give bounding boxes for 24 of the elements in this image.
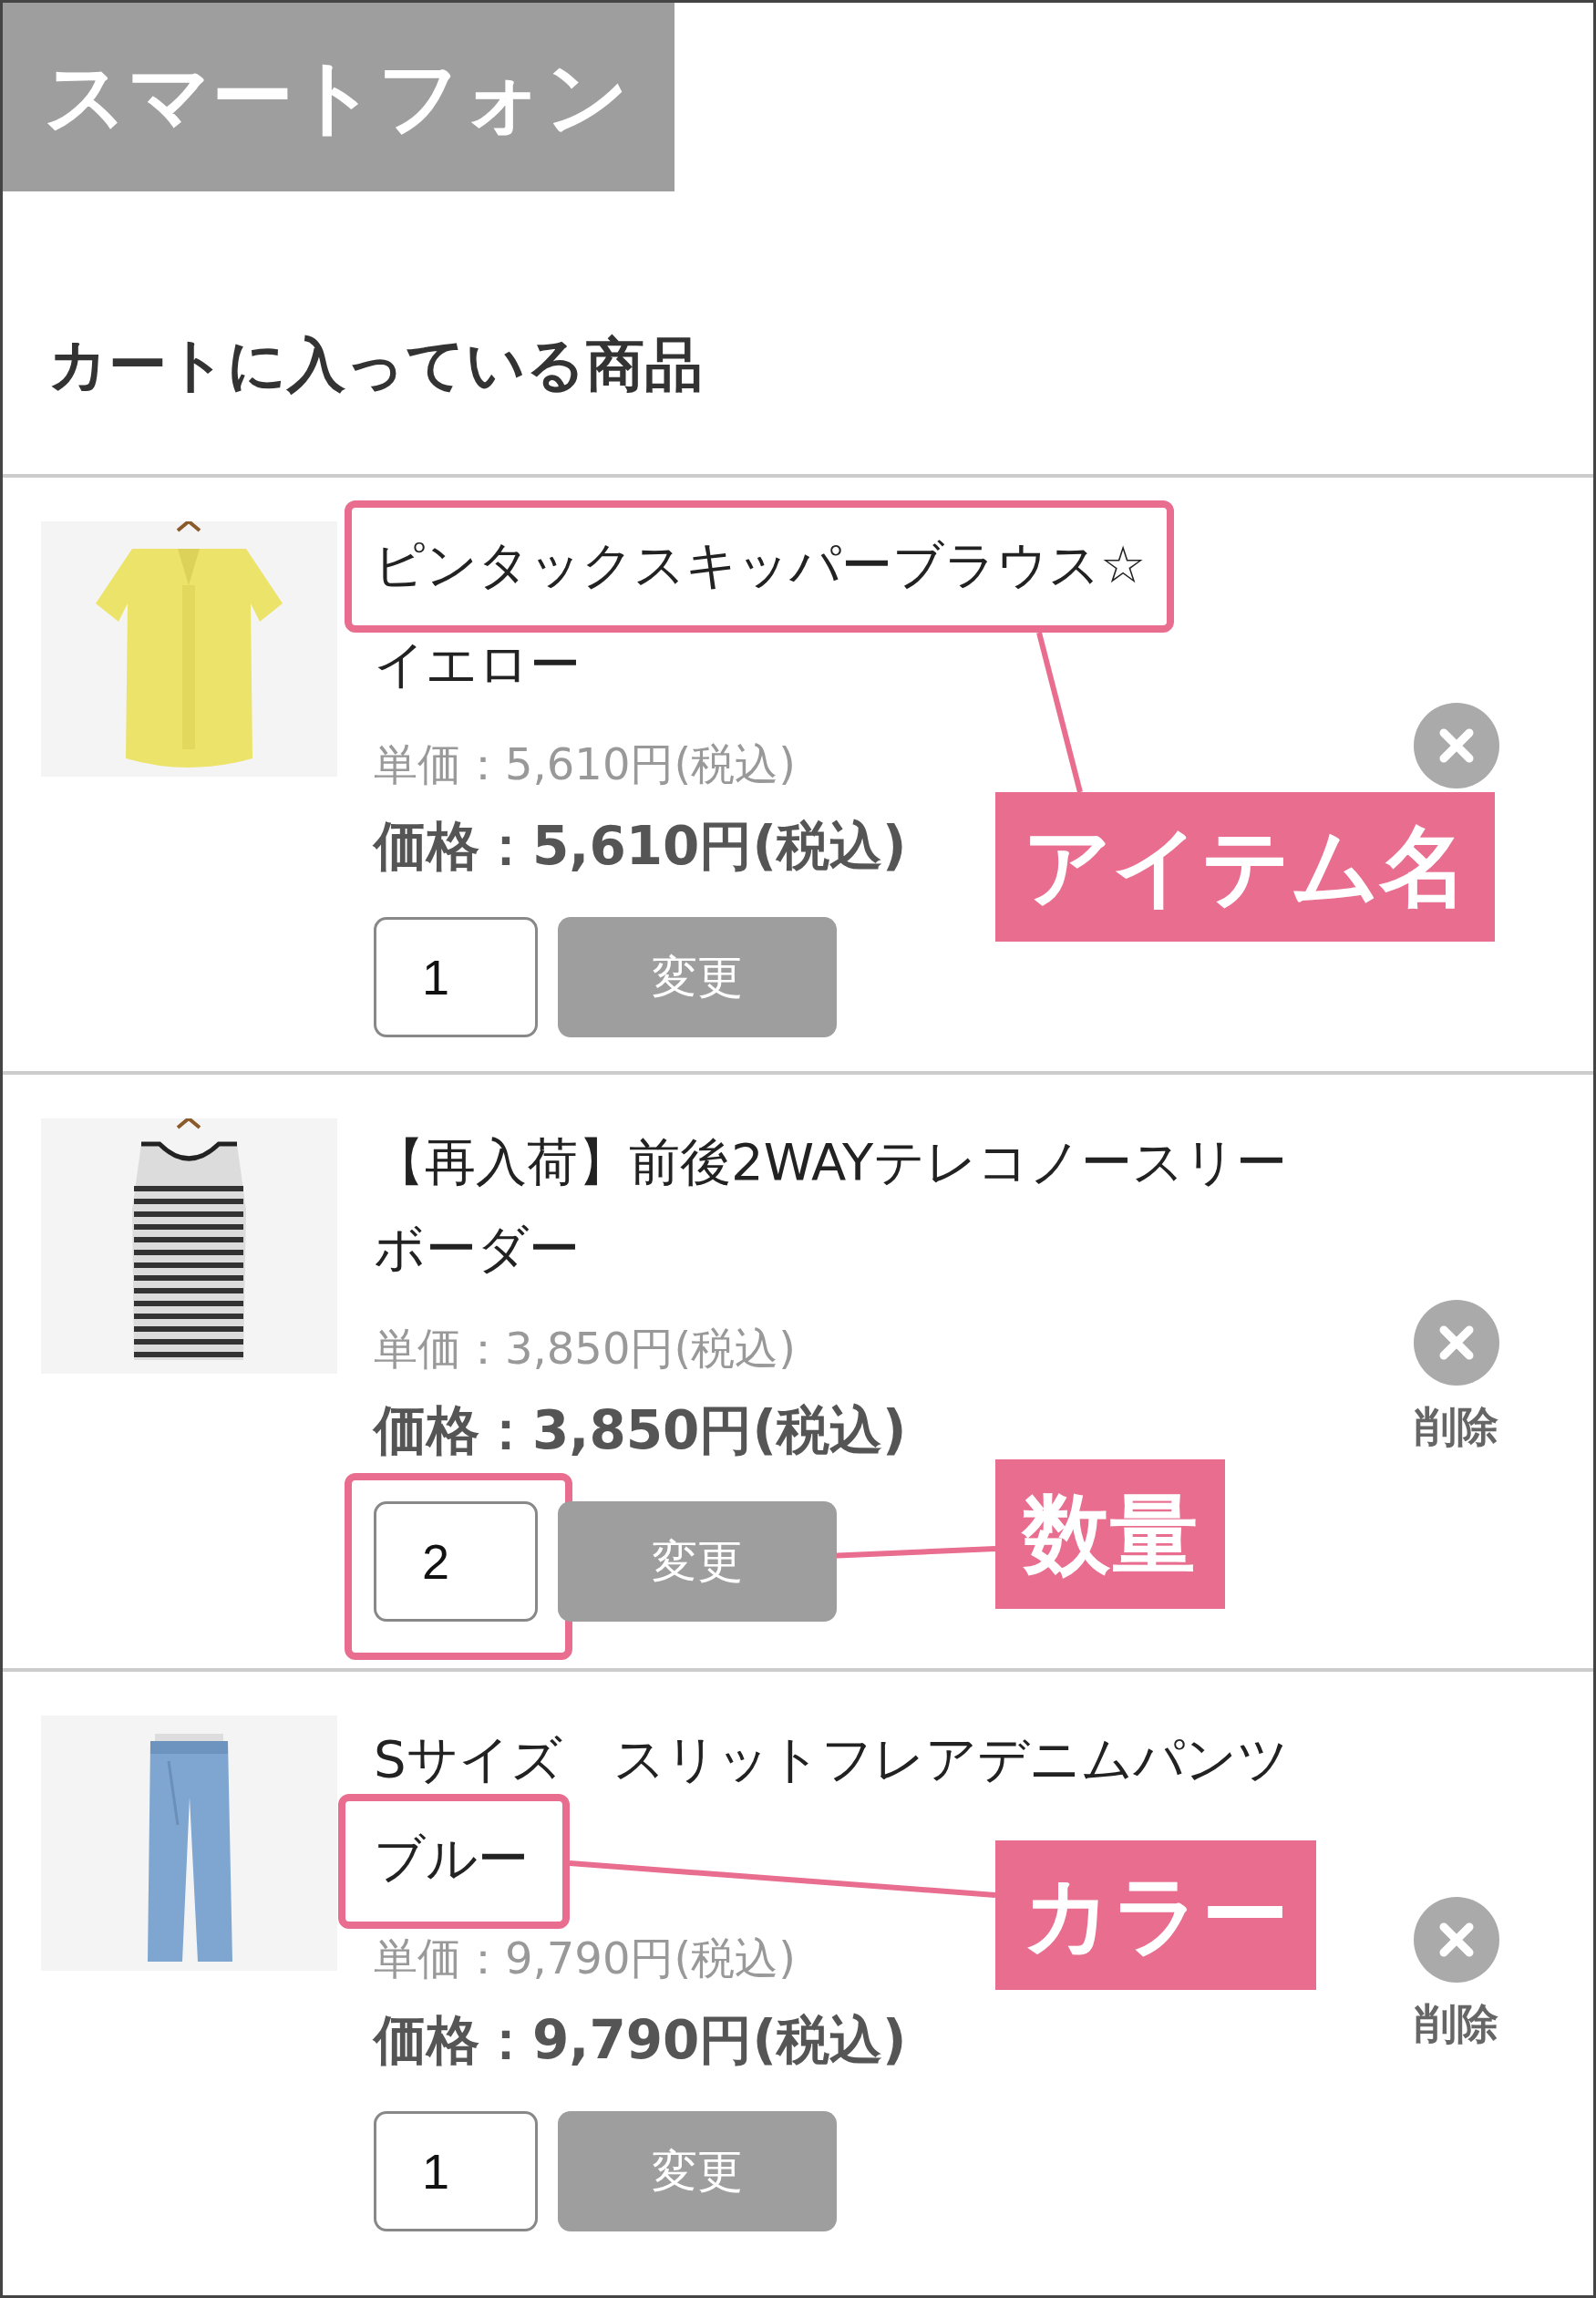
close-icon[interactable] xyxy=(1413,1299,1500,1386)
cart-heading: カートに入っている商品 xyxy=(48,330,704,400)
quantity-field[interactable]: 2 xyxy=(374,1501,538,1622)
page-badge: スマートフォン xyxy=(3,3,674,191)
unit-price: 単価：3,850円(税込) xyxy=(374,1322,796,1376)
item-name: Sサイズ スリットフレアデニムパンツ xyxy=(374,1729,1289,1788)
item-name: 【再入荷】前後2WAYテレコノースリーボーダー xyxy=(374,1132,1288,1278)
item-color: イエロー xyxy=(374,634,581,696)
quantity-field[interactable]: 1 xyxy=(374,917,538,1037)
delete-link[interactable]: 削除 xyxy=(1415,1996,1498,2053)
item-price: 価格：9,790円(税込) xyxy=(374,2008,907,2073)
callout-label: 数量 xyxy=(995,1459,1225,1609)
callout-label: カラー xyxy=(995,1840,1316,1990)
close-icon[interactable] xyxy=(1413,1896,1500,1984)
delete-link[interactable]: 削除 xyxy=(1415,1399,1498,1456)
callout-label: アイテム名 xyxy=(995,792,1495,942)
item-price: 価格：3,850円(税込) xyxy=(374,1398,907,1463)
quantity-field[interactable]: 1 xyxy=(374,2111,538,2231)
item-price: 価格：5,610円(税込) xyxy=(374,814,907,879)
unit-price: 単価：9,790円(税込) xyxy=(374,1932,796,1985)
item-name: ピンタックスキッパーブラウス☆ xyxy=(374,535,1147,594)
unit-price: 単価：5,610円(税込) xyxy=(374,737,796,791)
item-color: ブルー xyxy=(374,1828,529,1890)
close-icon[interactable] xyxy=(1413,702,1500,789)
